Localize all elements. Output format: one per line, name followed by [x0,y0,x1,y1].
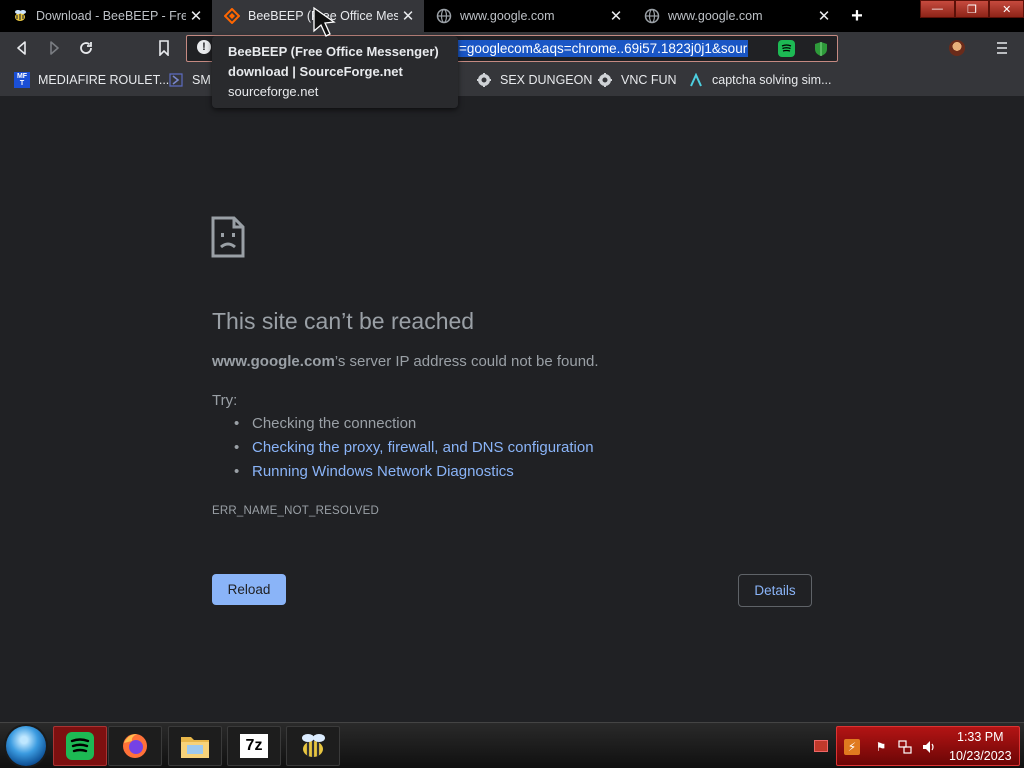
bookmark-label: captcha solving sim... [712,73,832,87]
mouse-cursor-icon [313,6,336,37]
globe-icon [644,8,660,24]
bookmark-label: SEX DUNGEON [500,73,593,87]
tab-title: www.google.com [460,9,555,23]
close-tab-icon[interactable]: ✕ [814,6,834,26]
sad-page-icon [211,216,245,258]
mediafire-icon: MF T [14,72,30,88]
suggestion-check-proxy-link[interactable]: Checking the proxy, firewall, and DNS co… [232,436,594,460]
details-button[interactable]: Details [738,574,812,607]
tab-beebeep-download[interactable]: Download - BeeBEEP - Free Office Messeng… [0,0,212,32]
bookmark-icon[interactable] [152,36,176,60]
bookmark-mediafire[interactable]: MF T MEDIAFIRE ROULET... [14,71,169,89]
tooltip-title: BeeBEEP (Free Office Messenger) download… [228,44,439,79]
maximize-button[interactable]: ❐ [954,0,990,18]
tooltip-domain: sourceforge.net [228,84,319,99]
error-message-rest: ’s server IP address could not be found. [334,353,599,370]
7zip-icon[interactable]: 7z [227,726,281,766]
close-window-button[interactable]: ✕ [989,0,1024,18]
bookmark-sm[interactable]: SM [168,71,211,89]
flag-icon[interactable]: ⚑ [873,739,889,755]
bookmark-label: VNC FUN [621,73,677,87]
tab-google-2[interactable]: www.google.com ✕ [632,0,840,32]
tab-title: Download - BeeBEEP - Free Office Messeng… [36,9,186,23]
reload-button[interactable]: Reload [212,574,286,605]
error-host: www.google.com [212,353,335,370]
spotify-icon[interactable] [53,726,107,766]
shield-extension-icon[interactable] [812,40,829,57]
bookmark-label: MEDIAFIRE ROULET... [38,73,170,87]
back-button[interactable] [10,36,34,60]
menu-kebab-icon[interactable] [990,36,1014,60]
gear-shield-icon [476,72,492,88]
new-tab-button[interactable]: + [845,4,869,28]
close-tab-icon[interactable]: ✕ [186,6,206,26]
lambda-icon [688,72,704,88]
tab-hover-tooltip: BeeBEEP (Free Office Messenger) download… [212,36,458,108]
window-controls: — ❐ ✕ [920,0,1024,18]
7zip-label: 7z [240,734,268,758]
clock-time[interactable]: 1:33 PM [957,730,1004,744]
firefox-icon[interactable] [108,726,162,766]
suggestions-list: Checking the connection Checking the pro… [232,412,594,484]
profile-avatar[interactable] [949,40,965,56]
gear-shield-icon [597,72,613,88]
system-tray: ⚡ ⚑ 1:33 PM 10/23/2023 [836,726,1020,766]
start-button[interactable] [6,726,46,766]
minimize-button[interactable]: — [920,0,955,18]
bookmark-captcha[interactable]: captcha solving sim... [688,71,832,89]
taskbar: 7z ⚡ ⚑ 1:33 PM 10/23/2023 [0,722,1024,768]
network-icon[interactable] [897,739,913,755]
tab-strip: Download - BeeBEEP - Free Office Messeng… [0,0,1024,32]
clock-date[interactable]: 10/23/2023 [949,749,1012,763]
suggestion-network-diagnostics-link[interactable]: Running Windows Network Diagnostics [232,460,594,484]
globe-icon [436,8,452,24]
error-code: ERR_NAME_NOT_RESOLVED [212,505,379,517]
close-tab-icon[interactable]: ✕ [606,6,626,26]
beebeep-bee-icon [12,8,28,24]
beebeep-bee-icon[interactable] [286,726,340,766]
reload-icon[interactable] [74,36,98,60]
forward-button[interactable] [42,36,66,60]
address-bar-url-selection[interactable]: =googlecom&aqs=chrome..69i57.1823j0j1&so… [458,40,749,57]
speaker-icon[interactable] [921,739,937,755]
error-page: This site can’t be reached www.google.co… [0,96,1024,722]
sigma-icon [168,72,184,88]
error-message: www.google.com’s server IP address could… [212,353,599,370]
tray-arrow-icon[interactable] [814,740,828,752]
bookmark-vnc-fun[interactable]: VNC FUN [597,71,677,89]
tray-app-icon[interactable]: ⚡ [844,739,860,755]
try-label: Try: [212,392,238,409]
error-heading: This site can’t be reached [212,308,475,334]
close-tab-icon[interactable]: ✕ [398,6,418,26]
site-info-icon[interactable]: ! [197,40,211,54]
tab-google-1[interactable]: www.google.com ✕ [424,0,632,32]
bookmark-sex-dungeon[interactable]: SEX DUNGEON [476,71,592,89]
suggestion-check-connection: Checking the connection [232,412,594,436]
sourceforge-icon [224,8,240,24]
tab-title: www.google.com [668,9,763,23]
spotify-extension-icon[interactable] [778,40,795,57]
bookmark-label: SM [192,73,211,87]
file-explorer-icon[interactable] [168,726,222,766]
